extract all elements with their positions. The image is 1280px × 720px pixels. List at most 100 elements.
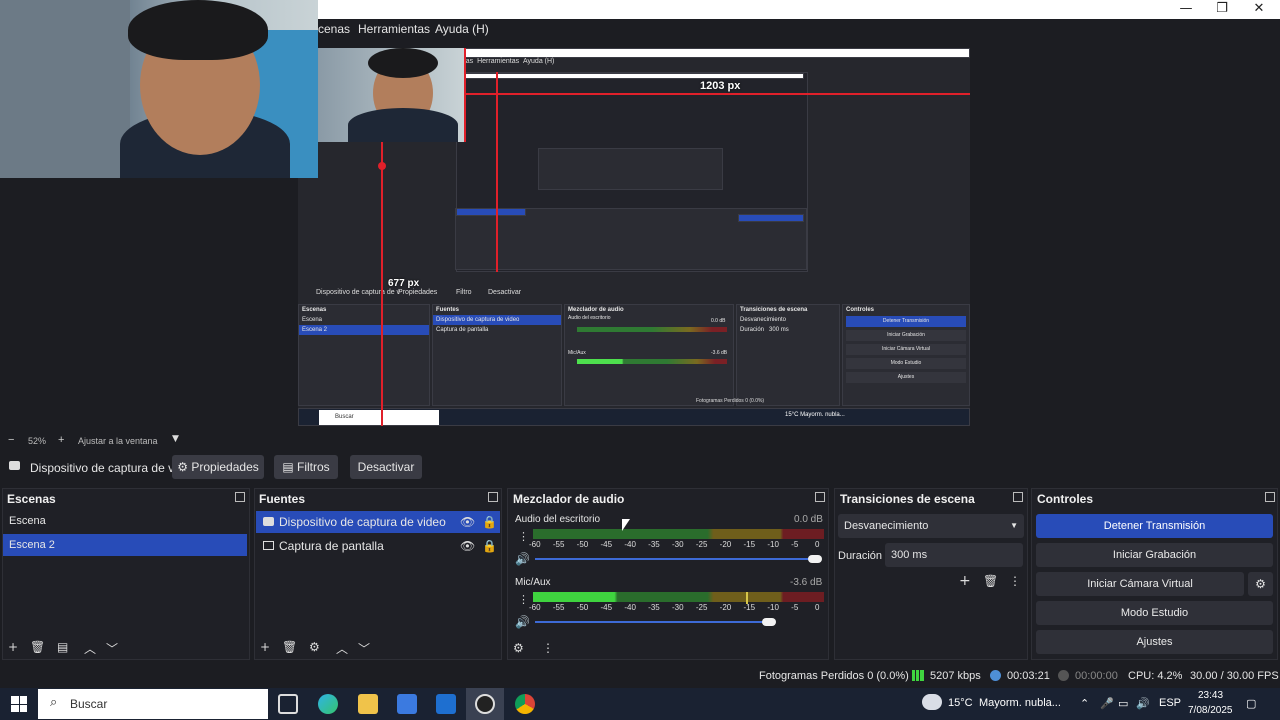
clock-date[interactable]: 7/08/2025 [1188, 705, 1233, 716]
settings-button[interactable]: Ajustes [1036, 630, 1273, 654]
gear-icon[interactable]: ⚙ [309, 640, 320, 654]
monitor-icon [263, 541, 274, 550]
arrow-down-icon[interactable]: ﹀ [358, 640, 370, 657]
store-icon[interactable] [397, 694, 417, 714]
stop-stream-button[interactable]: Detener Transmisión [1036, 514, 1273, 538]
menu-tools[interactable]: Herramientas [358, 22, 430, 36]
filter-icon[interactable]: ▤ [57, 640, 68, 654]
menu-help[interactable]: Ayuda (H) [435, 22, 489, 36]
clock-time[interactable]: 23:43 [1198, 690, 1223, 701]
weather-icon [922, 694, 942, 710]
windows-icon[interactable] [11, 696, 27, 712]
audio-meter [533, 592, 824, 602]
nested-mixer-dock: Mezclador de audio Audio del escritorio … [564, 304, 734, 406]
more-vertical-icon[interactable]: ⋮ [518, 593, 529, 606]
nested-scenes-dock: Escenas Escena Escena 2 [298, 304, 430, 406]
trash-icon[interactable]: 🗑 [282, 640, 297, 654]
meter-tick-label: -45 [600, 540, 613, 549]
scene-item-selected[interactable]: Escena 2 [3, 534, 247, 556]
taskbar-search[interactable]: ⌕ Buscar [38, 689, 268, 719]
more-vertical-icon[interactable]: ⋮ [518, 530, 529, 543]
speaker-icon[interactable]: 🔊 [515, 615, 530, 629]
more-vertical-icon[interactable]: ⋮ [542, 641, 554, 655]
notification-icon[interactable]: ▢ [1246, 697, 1256, 710]
duration-input[interactable]: 300 ms [885, 543, 1023, 567]
dock-float-icon[interactable] [1265, 492, 1275, 502]
arrow-down-icon[interactable]: ﹀ [106, 640, 118, 657]
sources-title: Fuentes [259, 492, 306, 506]
zoom-out-button[interactable]: − [8, 434, 14, 446]
dock-float-icon[interactable] [235, 492, 245, 502]
fit-window-label[interactable]: Ajustar a la ventana [78, 436, 158, 446]
menu-scenes[interactable]: cenas [318, 22, 350, 36]
volume-slider[interactable] [535, 558, 815, 560]
close-button[interactable]: ✕ [1241, 0, 1277, 18]
temperature: 15°C [948, 697, 973, 709]
arrow-up-icon[interactable]: ︿ [336, 640, 348, 657]
language-indicator[interactable]: ESP [1159, 697, 1181, 709]
resize-handle[interactable] [378, 162, 386, 170]
meter-tick-label: -10 [767, 540, 779, 549]
volume-icon[interactable]: 🔊 [1136, 697, 1150, 710]
task-view-icon[interactable] [278, 694, 298, 714]
volume-knob[interactable] [808, 555, 822, 563]
lock-icon[interactable]: 🔒 [482, 539, 497, 553]
start-recording-button[interactable]: Iniciar Grabación [1036, 543, 1273, 567]
weather-description[interactable]: Mayorm. nubla... [979, 697, 1061, 709]
meter-tick-label: -50 [576, 540, 589, 549]
gear-icon[interactable]: ⚙ [1248, 572, 1273, 596]
nested-taskbar: Buscar 15°C Mayorm. nubla... [298, 408, 970, 426]
eye-icon[interactable]: 👁 [460, 539, 475, 553]
arrow-up-icon[interactable]: ︿ [84, 640, 96, 657]
volume-knob[interactable] [762, 618, 776, 626]
gear-icon[interactable]: ⚙ [513, 641, 524, 655]
transition-select[interactable]: Desvanecimiento ▼ [838, 514, 1024, 538]
meter-tick-label: -25 [695, 540, 708, 549]
chrome-icon[interactable] [515, 694, 535, 714]
eye-icon[interactable]: 👁 [460, 515, 475, 529]
edge-icon[interactable] [318, 694, 338, 714]
chevron-up-icon[interactable]: ⌃ [1080, 697, 1089, 710]
gear-icon: ⚙ [177, 460, 189, 474]
selected-source-name: Dispositivo de captura de v [30, 461, 175, 475]
deactivate-button[interactable]: Desactivar [350, 455, 422, 479]
minimize-button[interactable]: — [1168, 0, 1204, 18]
trash-icon[interactable]: 🗑 [983, 574, 998, 588]
trash-icon[interactable]: 🗑 [30, 640, 45, 654]
dock-float-icon[interactable] [815, 492, 825, 502]
dock-float-icon[interactable] [488, 492, 498, 502]
meter-tick-label: -50 [576, 603, 589, 612]
filters-button[interactable]: ▤ Filtros [274, 455, 338, 479]
meter-tick-label: -25 [695, 603, 708, 612]
folder-icon[interactable] [358, 694, 378, 714]
outlook-icon[interactable] [436, 694, 456, 714]
dropped-frames: Fotogramas Perdidos 0 (0.0%) [759, 670, 909, 682]
maximize-button[interactable]: ❐ [1204, 0, 1240, 18]
filter-icon: ▤ [282, 460, 294, 474]
meter-tick-label: -15 [743, 603, 756, 612]
height-measure-label: 677 px [388, 278, 420, 289]
webcam-mirror [318, 48, 464, 142]
camera-icon [263, 517, 274, 526]
chevron-down-icon[interactable]: ▼ [172, 434, 179, 444]
add-icon[interactable]: + [8, 640, 18, 654]
zoom-in-button[interactable]: + [58, 434, 64, 446]
add-icon[interactable]: + [959, 573, 971, 589]
lock-icon[interactable]: 🔒 [482, 515, 497, 529]
volume-slider[interactable] [535, 621, 765, 623]
camera-icon [9, 461, 20, 470]
microphone-icon[interactable]: 🎤 [1100, 697, 1114, 710]
scene-item[interactable]: Escena [3, 510, 247, 532]
obs-taskbar-active[interactable] [466, 688, 504, 720]
more-vertical-icon[interactable]: ⋮ [1009, 574, 1021, 588]
properties-button[interactable]: ⚙ Propiedades [172, 455, 264, 479]
stream-time: 00:03:21 [1007, 670, 1050, 682]
add-icon[interactable]: + [260, 640, 270, 654]
scenes-title: Escenas [7, 492, 56, 506]
dock-float-icon[interactable] [1013, 492, 1023, 502]
studio-mode-button[interactable]: Modo Estudio [1036, 601, 1273, 625]
meter-tick-label: 0 [815, 540, 820, 549]
speaker-icon[interactable]: 🔊 [515, 552, 530, 566]
network-icon[interactable]: ▭ [1118, 697, 1128, 710]
virtual-camera-button[interactable]: Iniciar Cámara Virtual [1036, 572, 1244, 596]
